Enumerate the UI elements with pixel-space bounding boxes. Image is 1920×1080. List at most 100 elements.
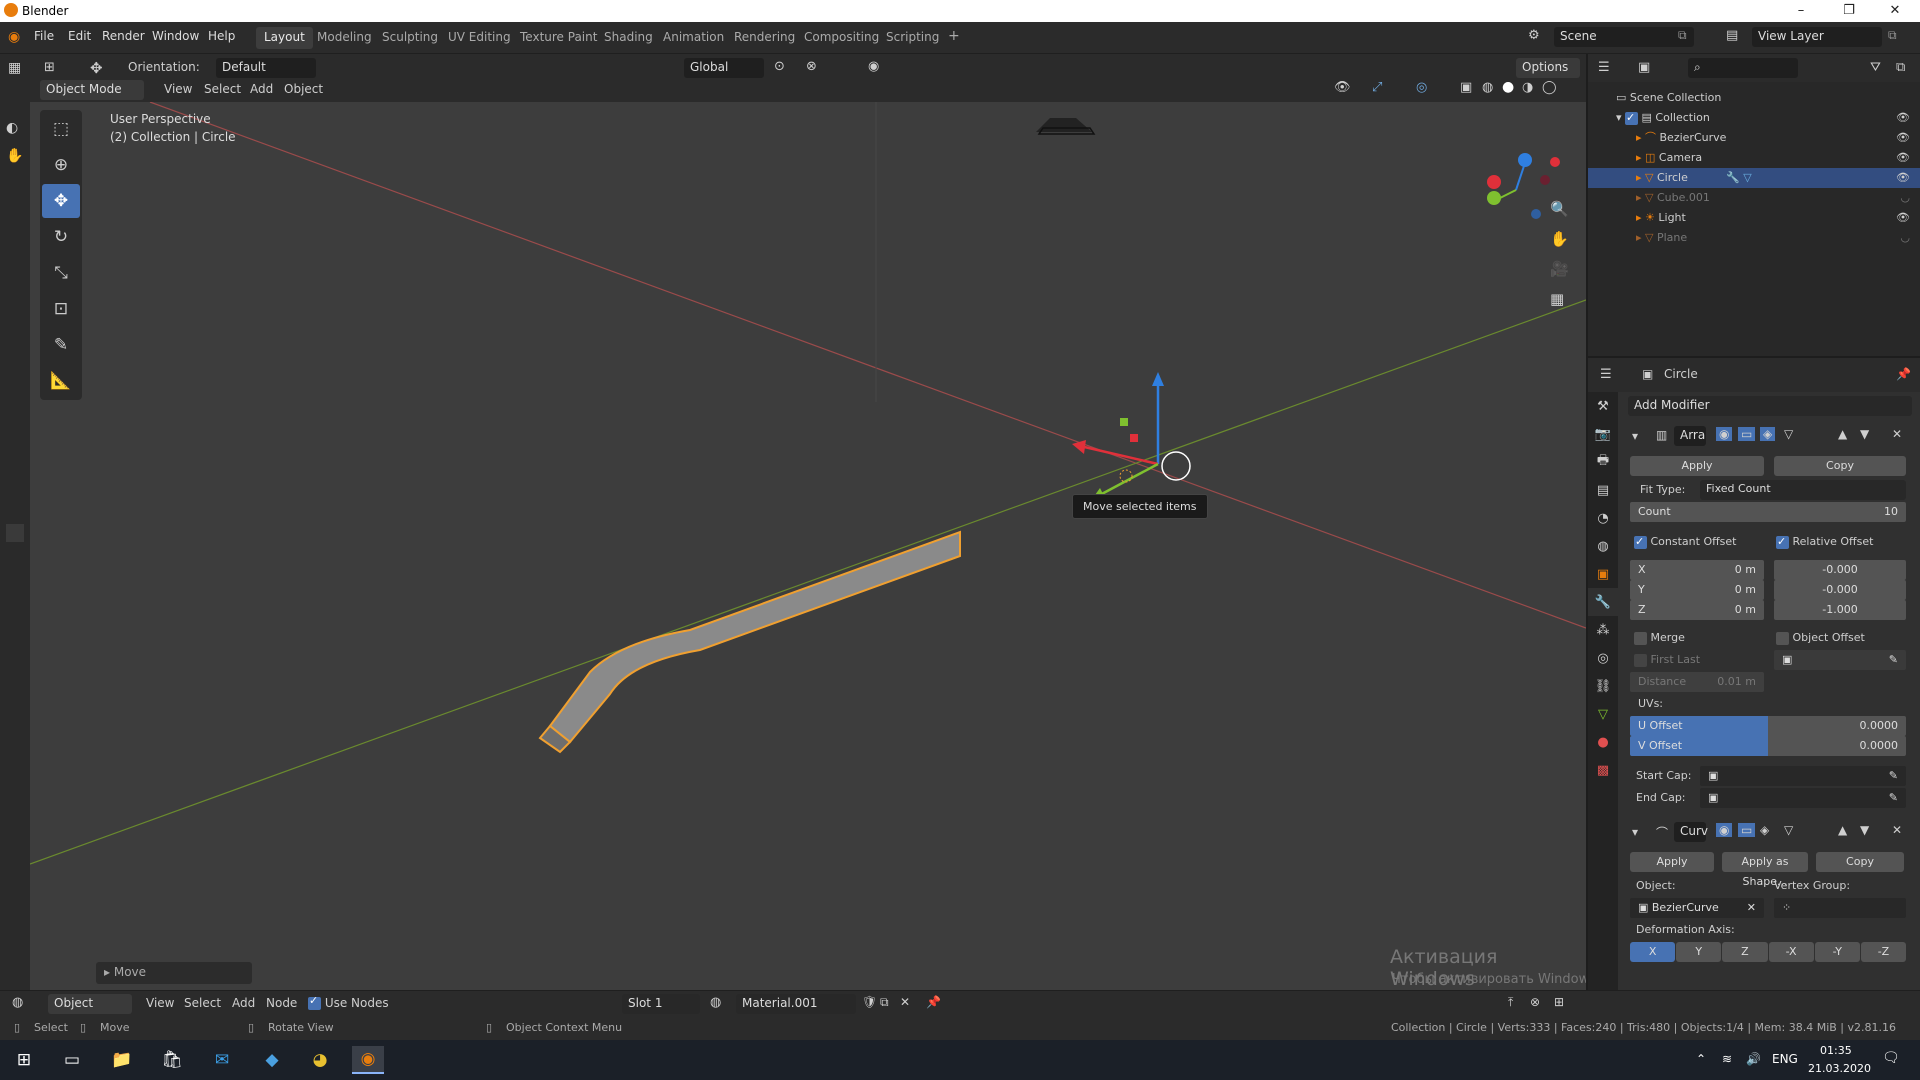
use-nodes-checkbox[interactable] [308,997,321,1010]
menu-render[interactable]: Render [102,29,145,43]
modifier-tab-icon[interactable]: 🔧 [1588,588,1618,616]
relative-offset-toggle[interactable]: Relative Offset [1776,532,1873,552]
fake-user-icon[interactable]: 🛡 [862,995,877,1009]
orientation-dropdown[interactable]: Default [216,58,316,78]
first-last-checkbox[interactable] [1634,653,1647,667]
move-down-icon[interactable]: ▼ [1860,427,1869,441]
side-panel-handle[interactable] [6,524,24,542]
particles-tab-icon[interactable]: ⁂ [1588,616,1618,644]
editmode-toggle-icon[interactable]: ◉ [1716,823,1733,837]
v-offset-field[interactable]: V Offset 0.0000 [1630,736,1906,756]
visibility-icon[interactable]: 👁 [1334,80,1351,95]
new-view-layer-icon[interactable]: ⧉ [1888,28,1897,43]
collection-checkbox[interactable] [1625,111,1639,125]
collection-eye-icon[interactable]: 👁 [1896,108,1910,128]
constant-x-field[interactable]: X 0 m [1630,560,1764,580]
shader-editor-type-icon[interactable]: ◍ [12,995,23,1010]
menu-file[interactable]: File [34,29,54,43]
viewport-menu-select[interactable]: Select [204,82,241,96]
axis-neg-y-button[interactable]: -Y [1814,942,1860,962]
item-eye-icon[interactable]: 👁 [1896,128,1910,148]
mode-dropdown[interactable]: Object Mode [40,80,144,100]
shader-menu-view[interactable]: View [146,996,174,1010]
transform-tool-icon[interactable]: ⊡ [42,292,80,326]
relative-x-field[interactable]: -0.000 [1774,560,1906,580]
array-copy-button[interactable]: Copy [1774,456,1906,476]
transform-orientation-dropdown[interactable]: Global [684,58,764,78]
outliner-scene-collection[interactable]: ▭ Scene Collection [1588,88,1920,108]
view-layer-tab-icon[interactable]: ▤ [1588,476,1618,504]
wireframe-shading-icon[interactable]: ◍ [1482,80,1493,95]
transform-gizmo-icon[interactable]: ✥ [90,59,103,77]
constant-offset-checkbox[interactable] [1634,535,1647,549]
cursor-tool-icon[interactable]: ⊕ [42,148,80,182]
add-workspace-button[interactable]: + [940,25,968,47]
shader-menu-node[interactable]: Node [266,996,297,1010]
world-tab-icon[interactable]: ◍ [1588,532,1618,560]
axis-y-button[interactable]: Y [1676,942,1722,962]
minimize-button[interactable]: – [1778,0,1824,22]
axis-neg-z-button[interactable]: -Z [1860,942,1907,962]
end-cap-field[interactable]: ▣ ✎ [1700,788,1906,808]
menu-help[interactable]: Help [208,29,235,43]
material-name-field[interactable]: Material.001 [736,994,856,1014]
tool-tab-icon[interactable]: ⚒ [1588,392,1618,420]
axis-z-button[interactable]: Z [1722,942,1768,962]
outliner-item-light[interactable]: ▸ ☀ Light 👁 [1588,208,1920,228]
render-tab-icon[interactable]: 📷 [1588,420,1618,448]
item-eye-hidden-icon[interactable]: ◡ [1900,228,1910,248]
parent-node-icon[interactable]: ⤒ [1508,995,1513,1010]
constant-y-field[interactable]: Y 0 m [1630,580,1764,600]
scene-selector[interactable]: Scene [1554,27,1694,47]
material-browse-icon[interactable]: ◍ [710,995,721,1010]
pan-hand-icon[interactable]: ✋ [1550,230,1569,248]
new-scene-icon[interactable]: ⧉ [1678,28,1687,43]
start-cap-field[interactable]: ▣ ✎ [1700,766,1906,786]
tray-chevron-icon[interactable]: ⌃ [1696,1052,1706,1066]
render-toggle-icon[interactable]: ◈ [1760,427,1776,441]
move-down-icon[interactable]: ▼ [1860,823,1869,837]
item-eye-hidden-icon[interactable]: ◡ [1900,188,1910,208]
remove-modifier-icon[interactable]: ✕ [1892,427,1902,441]
hand-icon[interactable]: ✋ [6,148,23,164]
render-toggle-icon[interactable]: ◈ [1760,823,1769,837]
u-offset-field[interactable]: U Offset 0.0000 [1630,716,1906,736]
windows-start-icon[interactable]: ⊞ [8,1046,40,1074]
viewport-menu-add[interactable]: Add [250,82,273,96]
overlay-toggle-icon[interactable]: ◎ [1416,80,1427,95]
tab-rendering[interactable]: Rendering [726,27,803,49]
item-eye-icon[interactable]: 👁 [1896,208,1910,228]
language-indicator[interactable]: ENG [1772,1052,1798,1066]
menu-edit[interactable]: Edit [68,29,91,43]
properties-editor-icon[interactable]: ☰ [1600,367,1612,382]
clear-icon[interactable]: ✕ [1747,898,1756,918]
network-icon[interactable]: ≋ [1722,1052,1732,1066]
blender-menu-icon[interactable]: ◉ [8,29,20,45]
tab-uv-editing[interactable]: UV Editing [440,27,519,49]
tab-layout[interactable]: Layout [256,27,313,49]
editor-type-icon[interactable]: ▦ [8,60,21,76]
tab-compositing[interactable]: Compositing [796,27,887,49]
count-field[interactable]: Count 10 [1630,502,1906,522]
pin-icon[interactable]: 📌 [926,995,941,1009]
file-explorer-icon[interactable]: 📁 [106,1046,138,1074]
constant-offset-toggle[interactable]: Constant Offset [1634,532,1737,552]
item-eye-icon[interactable]: 👁 [1896,168,1910,188]
mail-icon[interactable]: ✉ [206,1046,238,1074]
tab-scripting[interactable]: Scripting [878,27,947,49]
options-dropdown[interactable]: Options [1516,58,1580,78]
snap-type-icon[interactable]: ⊞ [1554,995,1564,1009]
tab-modeling[interactable]: Modeling [309,27,380,49]
vertex-group-field[interactable]: ⁘ [1774,898,1906,918]
texture-tab-icon[interactable]: ▩ [1588,756,1618,784]
output-tab-icon[interactable]: 🖶 [1588,448,1618,476]
image-editor-icon[interactable]: ◐ [6,120,18,136]
clock-time[interactable]: 01:35 [1820,1044,1852,1057]
outliner-collection[interactable]: ▾ ▤ Collection 👁 [1588,108,1920,128]
notifications-icon[interactable]: 🗨 [1882,1050,1900,1066]
relative-y-field[interactable]: -0.000 [1774,580,1906,600]
slot-dropdown[interactable]: Slot 1 [622,994,700,1014]
outliner-search-input[interactable]: ⌕ [1688,58,1798,78]
outliner-item-plane[interactable]: ▸ ▽ Plane ◡ [1588,228,1920,248]
object-offset-toggle[interactable]: Object Offset [1776,628,1865,648]
